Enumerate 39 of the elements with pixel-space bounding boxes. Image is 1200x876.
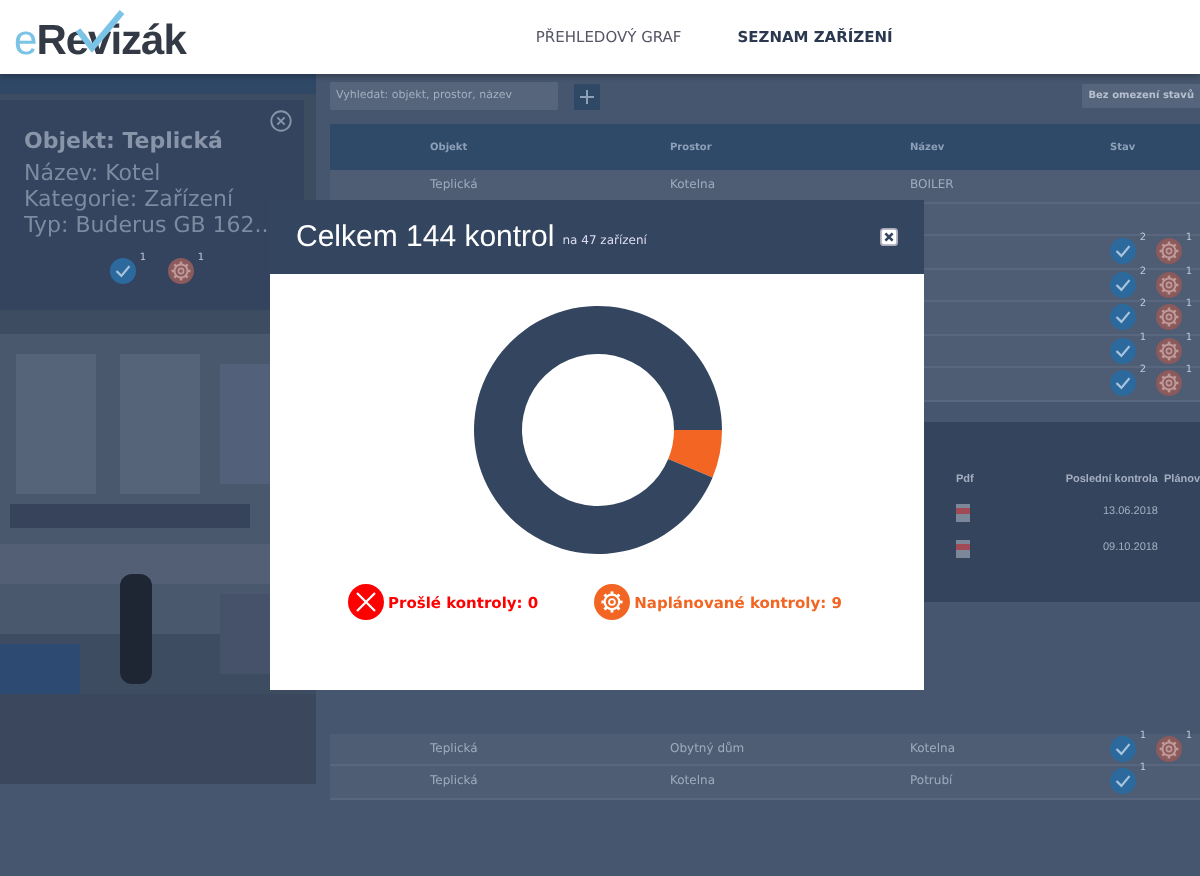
check-icon bbox=[1110, 370, 1136, 397]
gear-icon bbox=[1156, 370, 1182, 397]
count: 1 bbox=[1185, 364, 1192, 377]
count: 2 bbox=[1139, 364, 1146, 377]
check-icon bbox=[1110, 768, 1136, 795]
count: 2 bbox=[1139, 232, 1146, 245]
count: 2 bbox=[1139, 298, 1146, 311]
count: 1 bbox=[1185, 232, 1192, 245]
gear-icon bbox=[1156, 271, 1182, 298]
count: 1 bbox=[197, 252, 204, 264]
popup-line: Kategorie: Zařízení bbox=[24, 186, 236, 212]
gear-icon bbox=[1156, 238, 1182, 265]
check-icon bbox=[1110, 238, 1136, 265]
dialog-title: Celkem 144 kontrol bbox=[296, 220, 555, 254]
count: 1 bbox=[139, 252, 146, 264]
check-icon bbox=[1110, 337, 1136, 364]
popup-title: Objekt: Teplická bbox=[24, 128, 225, 154]
gear-icon bbox=[1156, 304, 1182, 331]
pdf-icon[interactable] bbox=[956, 503, 970, 521]
check-icon bbox=[1110, 304, 1136, 331]
popup-line: Název: Kotel bbox=[24, 160, 163, 186]
gear-icon bbox=[168, 258, 194, 284]
add-button[interactable] bbox=[574, 83, 600, 109]
close-icon[interactable] bbox=[880, 228, 898, 246]
check-icon bbox=[110, 258, 136, 284]
count: 1 bbox=[1185, 265, 1192, 278]
count: 1 bbox=[1139, 729, 1146, 742]
gear-icon bbox=[1156, 337, 1182, 364]
count: 1 bbox=[1139, 762, 1146, 775]
pdf-icon[interactable] bbox=[956, 539, 970, 557]
count: 1 bbox=[1185, 729, 1192, 742]
check-icon bbox=[1110, 271, 1136, 298]
count: 2 bbox=[1139, 265, 1146, 278]
popup-line: Typ: Buderus GB 162.. bbox=[24, 212, 271, 238]
gear-icon bbox=[1156, 735, 1182, 762]
check-icon bbox=[1110, 735, 1136, 762]
count: 1 bbox=[1139, 331, 1146, 344]
count: 1 bbox=[1185, 331, 1192, 344]
count: 1 bbox=[1185, 298, 1192, 311]
